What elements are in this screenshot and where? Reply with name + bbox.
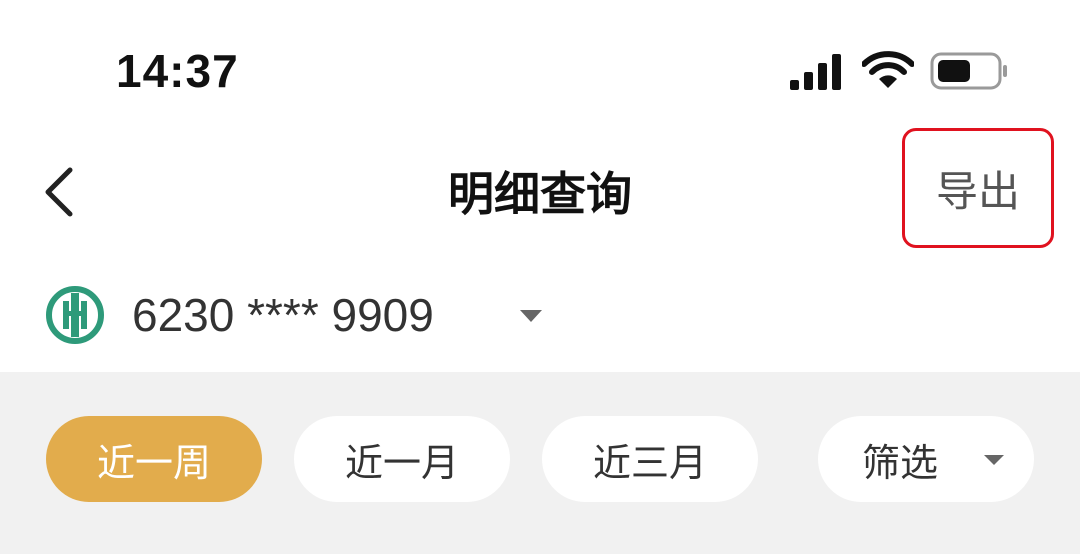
tab-label: 近一周 bbox=[96, 440, 211, 485]
status-bar: 14:37 bbox=[0, 0, 1080, 130]
caret-down-icon bbox=[520, 310, 542, 322]
tab-label: 近一月 bbox=[344, 440, 459, 485]
status-time: 14:37 bbox=[116, 45, 239, 97]
filter-bar: 近一周 近一月 近三月 筛选 bbox=[0, 372, 1080, 554]
export-button[interactable]: 导出 bbox=[902, 128, 1054, 248]
tab-last-month[interactable]: 近一月 bbox=[294, 416, 510, 502]
caret-down-icon bbox=[984, 455, 1004, 465]
filter-label: 筛选 bbox=[862, 440, 939, 485]
cellular-signal-icon bbox=[790, 54, 841, 90]
filter-dropdown[interactable]: 筛选 bbox=[818, 416, 1034, 502]
bank-logo-icon bbox=[46, 286, 104, 344]
wifi-icon bbox=[862, 51, 914, 88]
tab-label: 近三月 bbox=[592, 440, 707, 485]
tab-last-three-months[interactable]: 近三月 bbox=[542, 416, 758, 502]
account-selector[interactable]: 6230 **** 9909 bbox=[0, 262, 1080, 372]
account-number: 6230 **** 9909 bbox=[132, 289, 434, 341]
export-button-label: 导出 bbox=[935, 166, 1020, 216]
tab-last-week[interactable]: 近一周 bbox=[46, 416, 262, 502]
battery-icon bbox=[930, 52, 1007, 90]
nav-bar: 明细查询 导出 bbox=[0, 128, 1080, 250]
